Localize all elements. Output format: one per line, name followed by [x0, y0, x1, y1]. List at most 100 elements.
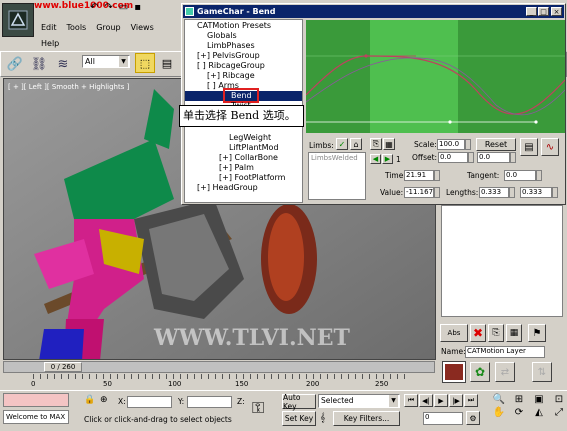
- name-field[interactable]: CATMotion Layer: [465, 346, 545, 358]
- layer-color-swatch[interactable]: [442, 361, 466, 383]
- tree-item-pelvisgroup[interactable]: [+] PelvisGroup: [197, 51, 260, 61]
- pan-icon[interactable]: ✋: [490, 407, 508, 418]
- limbs-list[interactable]: LimbsWelded: [308, 152, 366, 200]
- selection-filter-dropdown[interactable]: All ▼: [82, 55, 130, 68]
- track-bar[interactable]: 0 50 100 150 200 250: [3, 374, 435, 388]
- curve-key-3[interactable]: [534, 120, 538, 124]
- maximize-button[interactable]: □: [538, 7, 549, 16]
- viewport-label[interactable]: [ + ][ Left ][ Smooth + Highlights ]: [8, 83, 129, 91]
- scale-spinner[interactable]: [465, 139, 471, 150]
- zoom-extents-all-icon[interactable]: ⊡: [550, 394, 567, 405]
- scale-field[interactable]: 100.0: [437, 139, 465, 150]
- bind-spacewarp-icon[interactable]: ≋: [52, 53, 74, 75]
- value-spinner[interactable]: [434, 187, 440, 198]
- autokey-button[interactable]: Auto Key: [282, 393, 316, 411]
- curve-key-2[interactable]: [448, 120, 452, 124]
- zoom-icon[interactable]: 🔍: [490, 394, 508, 405]
- key-selection-dropdown[interactable]: Selected ▼: [318, 394, 400, 408]
- time-slider-track[interactable]: 0 / 260: [3, 361, 435, 373]
- tree-item-headgroup[interactable]: [+] HeadGroup: [197, 183, 258, 193]
- prev-frame-icon[interactable]: ◀|: [419, 394, 433, 407]
- time-slider-thumb[interactable]: 0 / 260: [44, 362, 82, 372]
- tree-item-ribcage[interactable]: [+] Ribcage: [207, 71, 255, 81]
- reset-button[interactable]: Reset: [476, 138, 516, 151]
- time-spinner[interactable]: [434, 170, 440, 181]
- link-icon[interactable]: 🔗: [4, 53, 26, 75]
- tree-item-globals[interactable]: Globals: [207, 31, 237, 41]
- time-field[interactable]: 21.91: [404, 170, 434, 181]
- tangent-field[interactable]: 0.0: [504, 170, 536, 181]
- limb-filter-button[interactable]: ⌂: [350, 138, 362, 150]
- limbs-list-item[interactable]: LimbsWelded: [309, 153, 365, 163]
- paste-icon[interactable]: ▦: [383, 138, 395, 150]
- menu-tools[interactable]: Tools: [62, 22, 92, 34]
- abs-button[interactable]: Abs: [440, 324, 468, 342]
- graph-view-icon[interactable]: ▤: [520, 138, 538, 156]
- lengths-spinner-2[interactable]: [552, 187, 558, 198]
- layer-active-icon[interactable]: ✿: [470, 362, 490, 382]
- paste-layer-icon[interactable]: ▦: [506, 324, 522, 342]
- limb-check-button[interactable]: ✓: [336, 138, 348, 150]
- welcome-field[interactable]: Welcome to MAX: [3, 410, 69, 424]
- close-button[interactable]: ×: [551, 7, 562, 16]
- select-object-icon[interactable]: ⬚: [135, 53, 155, 73]
- tangent-spinner[interactable]: [536, 170, 542, 181]
- lengths-spinner-1[interactable]: [509, 187, 515, 198]
- prev-arrow-icon[interactable]: ◀: [370, 154, 381, 164]
- offset-field-1[interactable]: 0.0: [438, 152, 468, 163]
- absolute-mode-icon[interactable]: ⊕: [100, 395, 108, 405]
- layer-transform-icon[interactable]: ⇄: [495, 362, 515, 382]
- offset-spinner-2[interactable]: [510, 152, 516, 163]
- layer-manager-icon[interactable]: ⚑: [528, 324, 546, 342]
- current-frame-field[interactable]: 0: [423, 412, 463, 425]
- curve-graph[interactable]: [306, 20, 565, 133]
- field-of-view-icon[interactable]: ◭: [530, 407, 548, 418]
- zoom-all-icon[interactable]: ⊞: [510, 394, 528, 405]
- minimize-button[interactable]: _: [526, 7, 537, 16]
- y-field[interactable]: [187, 396, 232, 408]
- layer-up-down-icon[interactable]: ⇅: [532, 362, 552, 382]
- maxscript-listener[interactable]: [3, 393, 69, 407]
- tree-item-collarbone[interactable]: [+] CollarBone: [219, 153, 278, 163]
- maximize-viewport-icon[interactable]: ⤢: [550, 407, 567, 418]
- value-field[interactable]: -11.167: [404, 187, 434, 198]
- lengths-field-1[interactable]: 0.333: [479, 187, 509, 198]
- tree-item-palm[interactable]: [+] Palm: [219, 163, 254, 173]
- open-icon[interactable]: ▭: [119, 2, 128, 13]
- save-icon[interactable]: ▪: [134, 2, 141, 13]
- max-logo-icon[interactable]: [2, 3, 34, 37]
- tree-item-catmotion-presets[interactable]: CATMotion Presets: [197, 21, 271, 31]
- menu-edit[interactable]: Edit: [36, 22, 62, 34]
- tree-item-liftplantmod[interactable]: LiftPlantMod: [229, 143, 279, 153]
- command-panel-list[interactable]: [441, 205, 563, 317]
- lock-icon[interactable]: 🔒: [84, 395, 95, 405]
- next-arrow-icon[interactable]: ▶: [382, 154, 393, 164]
- delete-layer-icon[interactable]: ✖: [470, 324, 486, 342]
- tree-item-limbphases[interactable]: LimbPhases: [207, 41, 255, 51]
- undo-icon[interactable]: ↶: [90, 2, 98, 13]
- key-icon[interactable]: ⚿: [252, 398, 264, 418]
- menu-group[interactable]: Group: [91, 22, 125, 34]
- lengths-field-2[interactable]: 0.333: [520, 187, 552, 198]
- tree-item-footplatform[interactable]: [+] FootPlatform: [219, 173, 285, 183]
- time-config-icon[interactable]: ⚙: [466, 411, 480, 425]
- dialog-title-bar[interactable]: GameChar - Bend: [183, 5, 564, 18]
- x-field[interactable]: [127, 396, 172, 408]
- keyfilters-button[interactable]: Key Filters...: [333, 411, 400, 426]
- offset-field-2[interactable]: 0.0: [477, 152, 510, 163]
- key-mode-icon[interactable]: 𝄞: [320, 413, 325, 423]
- next-frame-icon[interactable]: |▶: [449, 394, 463, 407]
- menu-views[interactable]: Views: [126, 22, 159, 34]
- setkey-button[interactable]: Set Key: [282, 411, 316, 426]
- select-by-name-icon[interactable]: ▤: [157, 53, 177, 73]
- curve-edit-icon[interactable]: ∿: [541, 138, 559, 156]
- menu-help[interactable]: Help: [36, 38, 64, 50]
- offset-spinner-1[interactable]: [468, 152, 474, 163]
- redo-icon[interactable]: ↷: [104, 2, 112, 13]
- orbit-icon[interactable]: ⟳: [510, 407, 528, 418]
- unlink-icon[interactable]: ⛓: [28, 53, 50, 75]
- copy-icon[interactable]: ⎘: [370, 138, 382, 150]
- zoom-extents-icon[interactable]: ▣: [530, 394, 548, 405]
- copy-layer-icon[interactable]: ⎘: [488, 324, 504, 342]
- tree-item-ribcagegroup[interactable]: [ ] RibcageGroup: [197, 61, 265, 71]
